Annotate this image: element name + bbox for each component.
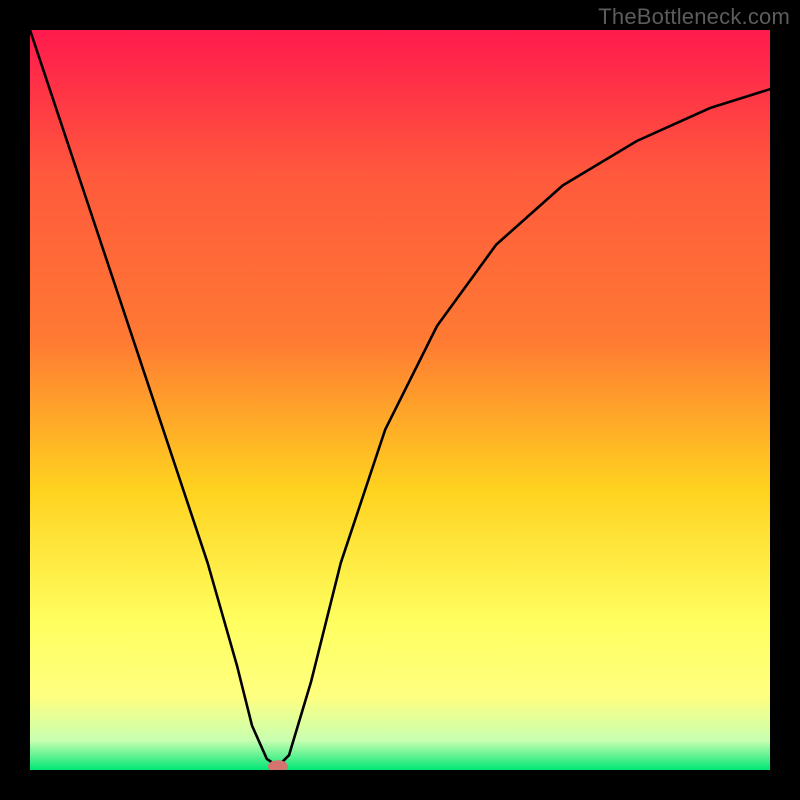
watermark-text: TheBottleneck.com bbox=[598, 4, 790, 30]
chart-svg bbox=[30, 30, 770, 770]
chart-frame: TheBottleneck.com bbox=[0, 0, 800, 800]
plot-area bbox=[30, 30, 770, 770]
